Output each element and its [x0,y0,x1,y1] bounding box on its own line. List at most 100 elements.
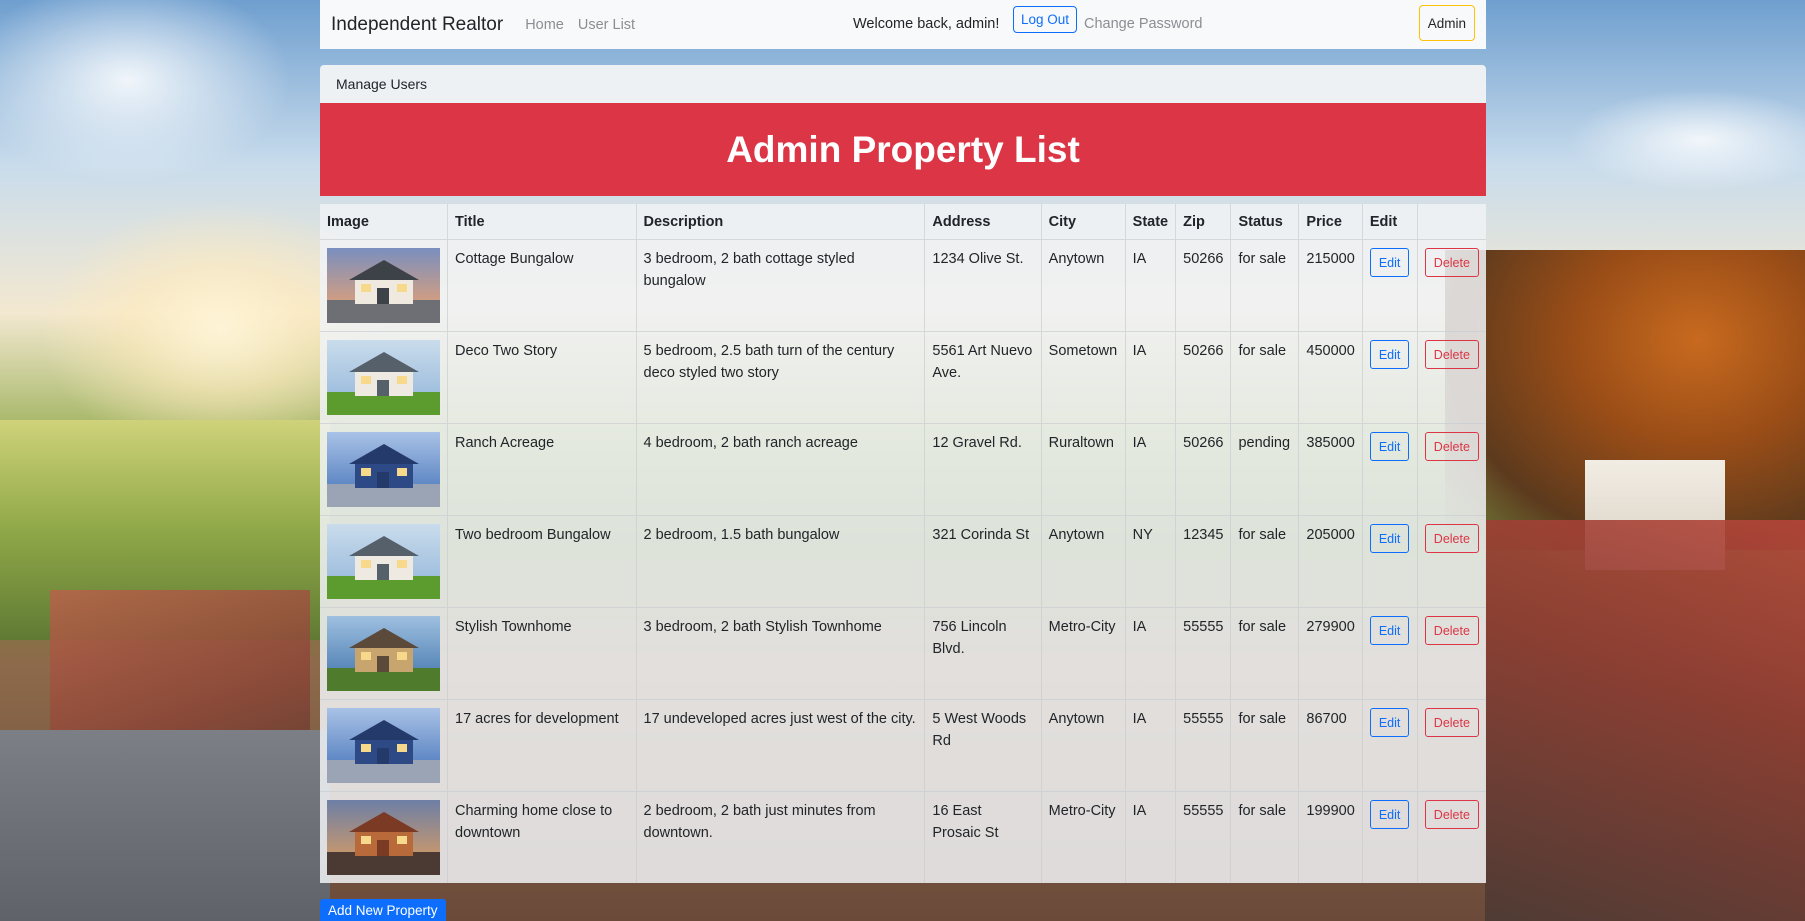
cell-title: 17 acres for development [447,699,637,792]
cell-zip: 55555 [1175,791,1232,883]
cell-description: 4 bedroom, 2 bath ranch acreage [636,423,926,516]
table-row: Deco Two Story 5 bedroom, 2.5 bath turn o… [320,331,1486,424]
edit-button[interactable]: Edit [1369,708,1410,737]
property-image-cell [320,607,448,700]
delete-cell: Delete [1417,515,1486,608]
delete-cell: Delete [1417,239,1486,332]
table-row: 17 acres for development 17 undeveloped a… [320,699,1486,792]
cell-title: Ranch Acreage [447,423,637,516]
edit-button[interactable]: Edit [1369,616,1410,645]
add-new-property-button[interactable]: Add New Property [320,899,446,921]
delete-button[interactable]: Delete [1424,340,1479,369]
property-thumbnail [327,524,440,599]
cell-state: IA [1125,607,1177,700]
cell-price: 450000 [1298,331,1363,424]
delete-button[interactable]: Delete [1424,248,1479,277]
cell-title: Stylish Townhome [447,607,637,700]
column-header: City [1041,204,1126,240]
cell-description: 17 undeveloped acres just west of the ci… [636,699,926,792]
cell-title: Cottage Bungalow [447,239,637,332]
cell-address: 12 Gravel Rd. [924,423,1042,516]
column-header: Title [447,204,637,240]
property-thumbnail [327,340,440,415]
table-row: Stylish Townhome 3 bedroom, 2 bath Stylis… [320,607,1486,700]
table-body: Cottage Bungalow 3 bedroom, 2 bath cottag… [320,239,1486,883]
cell-zip: 50266 [1175,423,1232,516]
nav-home[interactable]: Home [525,17,564,33]
property-image-cell [320,239,448,332]
cell-address: 1234 Olive St. [924,239,1042,332]
column-header: Address [924,204,1042,240]
column-header: Description [636,204,926,240]
cell-state: IA [1125,239,1177,332]
cell-city: Sometown [1041,331,1126,424]
column-header: Image [320,204,448,240]
cell-description: 3 bedroom, 2 bath Stylish Townhome [636,607,926,700]
delete-cell: Delete [1417,699,1486,792]
edit-button[interactable]: Edit [1369,432,1410,461]
property-image-cell [320,699,448,792]
cell-description: 5 bedroom, 2.5 bath turn of the century … [636,331,926,424]
table-row: Cottage Bungalow 3 bedroom, 2 bath cottag… [320,239,1486,332]
cell-status: for sale [1230,791,1300,883]
delete-button[interactable]: Delete [1424,708,1479,737]
delete-button[interactable]: Delete [1424,524,1479,553]
cell-title: Deco Two Story [447,331,637,424]
cell-price: 86700 [1298,699,1363,792]
brand-link[interactable]: Independent Realtor [331,14,503,36]
column-header [1417,204,1486,240]
property-thumbnail [327,248,440,323]
edit-cell: Edit [1362,699,1418,792]
edit-cell: Edit [1362,331,1418,424]
cell-status: for sale [1230,515,1300,608]
delete-button[interactable]: Delete [1424,616,1479,645]
property-image-cell [320,515,448,608]
edit-button[interactable]: Edit [1369,800,1410,829]
column-header: Status [1230,204,1300,240]
cell-price: 205000 [1298,515,1363,608]
logout-button[interactable]: Log Out [1013,6,1078,33]
cell-status: for sale [1230,331,1300,424]
table-header-row: Image Title Description Address City State Zip… [320,204,1486,240]
property-table-container: Image Title Description Address City State Zip… [320,204,1486,883]
delete-button[interactable]: Delete [1424,800,1479,829]
cell-state: NY [1125,515,1177,608]
cell-city: Ruraltown [1041,423,1126,516]
navbar: Independent Realtor Home User List Welco… [320,0,1486,49]
column-header: Zip [1175,204,1232,240]
column-header: Edit [1362,204,1418,240]
welcome-text: Welcome back, admin! [853,16,1000,32]
delete-button[interactable]: Delete [1424,432,1479,461]
property-image-cell [320,791,448,883]
cell-status: for sale [1230,239,1300,332]
admin-button[interactable]: Admin [1418,5,1475,41]
cell-state: IA [1125,331,1177,424]
edit-button[interactable]: Edit [1369,248,1410,277]
edit-cell: Edit [1362,607,1418,700]
property-thumbnail [327,800,440,875]
edit-cell: Edit [1362,423,1418,516]
property-thumbnail [327,708,440,783]
delete-cell: Delete [1417,791,1486,883]
property-thumbnail [327,432,440,507]
manage-users-link[interactable]: Manage Users [320,65,1486,103]
cell-price: 199900 [1298,791,1363,883]
property-thumbnail [327,616,440,691]
table-row: Ranch Acreage 4 bedroom, 2 bath ranch acr… [320,423,1486,516]
change-password-link[interactable]: Change Password [1084,16,1203,32]
edit-button[interactable]: Edit [1369,340,1410,369]
property-image-cell [320,423,448,516]
cell-price: 385000 [1298,423,1363,516]
column-header: State [1125,204,1177,240]
delete-cell: Delete [1417,331,1486,424]
edit-button[interactable]: Edit [1369,524,1410,553]
cell-state: IA [1125,423,1177,516]
cell-zip: 12345 [1175,515,1232,608]
cell-description: 2 bedroom, 1.5 bath bungalow [636,515,926,608]
cell-status: pending [1230,423,1300,516]
edit-cell: Edit [1362,239,1418,332]
cell-city: Anytown [1041,239,1126,332]
cell-title: Charming home close to downtown [447,791,637,883]
cell-status: for sale [1230,607,1300,700]
nav-user-list[interactable]: User List [578,17,635,33]
